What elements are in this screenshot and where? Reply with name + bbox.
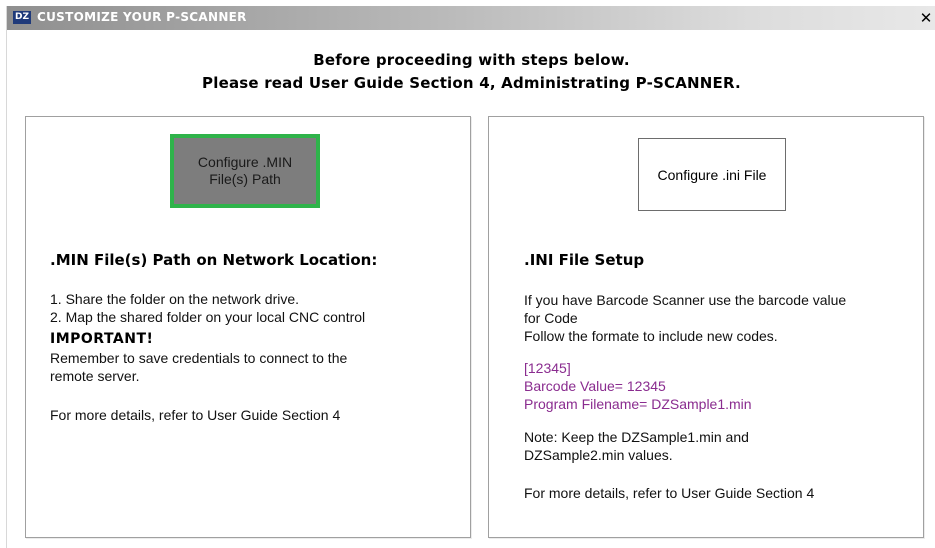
dialog-window: DZ CUSTOMIZE YOUR P-SCANNER ✕ Before pro… <box>6 6 935 548</box>
min-path-panel: Configure .MIN File(s) Path .MIN File(s)… <box>25 116 471 538</box>
ini-example-code: [12345] <box>524 360 571 376</box>
instructions: Before proceeding with steps below. Plea… <box>7 49 935 95</box>
title-bar[interactable]: DZ CUSTOMIZE YOUR P-SCANNER ✕ <box>7 6 935 30</box>
ini-example-filename: Program Filename= DZSample1.min <box>524 396 752 412</box>
app-logo-icon: DZ <box>13 11 31 24</box>
important-label: IMPORTANT! <box>50 331 154 347</box>
ini-footer: For more details, refer to User Guide Se… <box>524 485 815 501</box>
min-step-2: 2. Map the shared folder on your local C… <box>50 309 366 325</box>
min-path-heading: .MIN File(s) Path on Network Location: <box>50 251 378 269</box>
ini-example-barcode: Barcode Value= 12345 <box>524 378 666 394</box>
close-button[interactable]: ✕ <box>919 9 933 27</box>
min-step-1: 1. Share the folder on the network drive… <box>50 291 300 307</box>
ini-desc-line1: If you have Barcode Scanner use the barc… <box>524 292 847 308</box>
instructions-line2: Please read User Guide Section 4, Admini… <box>202 74 741 92</box>
instructions-line1: Before proceeding with steps below. <box>313 51 630 69</box>
configure-min-path-button[interactable]: Configure .MIN File(s) Path <box>170 134 320 208</box>
ini-note-line1: Note: Keep the DZSample1.min and <box>524 429 749 445</box>
ini-note-line2: DZSample2.min values. <box>524 447 673 463</box>
configure-ini-label: Configure .ini File <box>657 166 767 183</box>
ini-desc-line2: for Code <box>524 310 578 326</box>
ini-heading: .INI File Setup <box>524 251 645 269</box>
configure-ini-button[interactable]: Configure .ini File <box>638 138 786 211</box>
window-title: CUSTOMIZE YOUR P-SCANNER <box>37 10 247 24</box>
ini-setup-panel: Configure .ini File .INI File Setup If y… <box>488 116 924 538</box>
min-note-line1: Remember to save credentials to connect … <box>50 350 348 366</box>
min-note-line2: remote server. <box>50 368 140 384</box>
configure-min-path-label: Configure .MIN File(s) Path <box>197 154 293 187</box>
ini-desc-line3: Follow the formate to include new codes. <box>524 328 778 344</box>
min-footer: For more details, refer to User Guide Se… <box>50 407 341 423</box>
